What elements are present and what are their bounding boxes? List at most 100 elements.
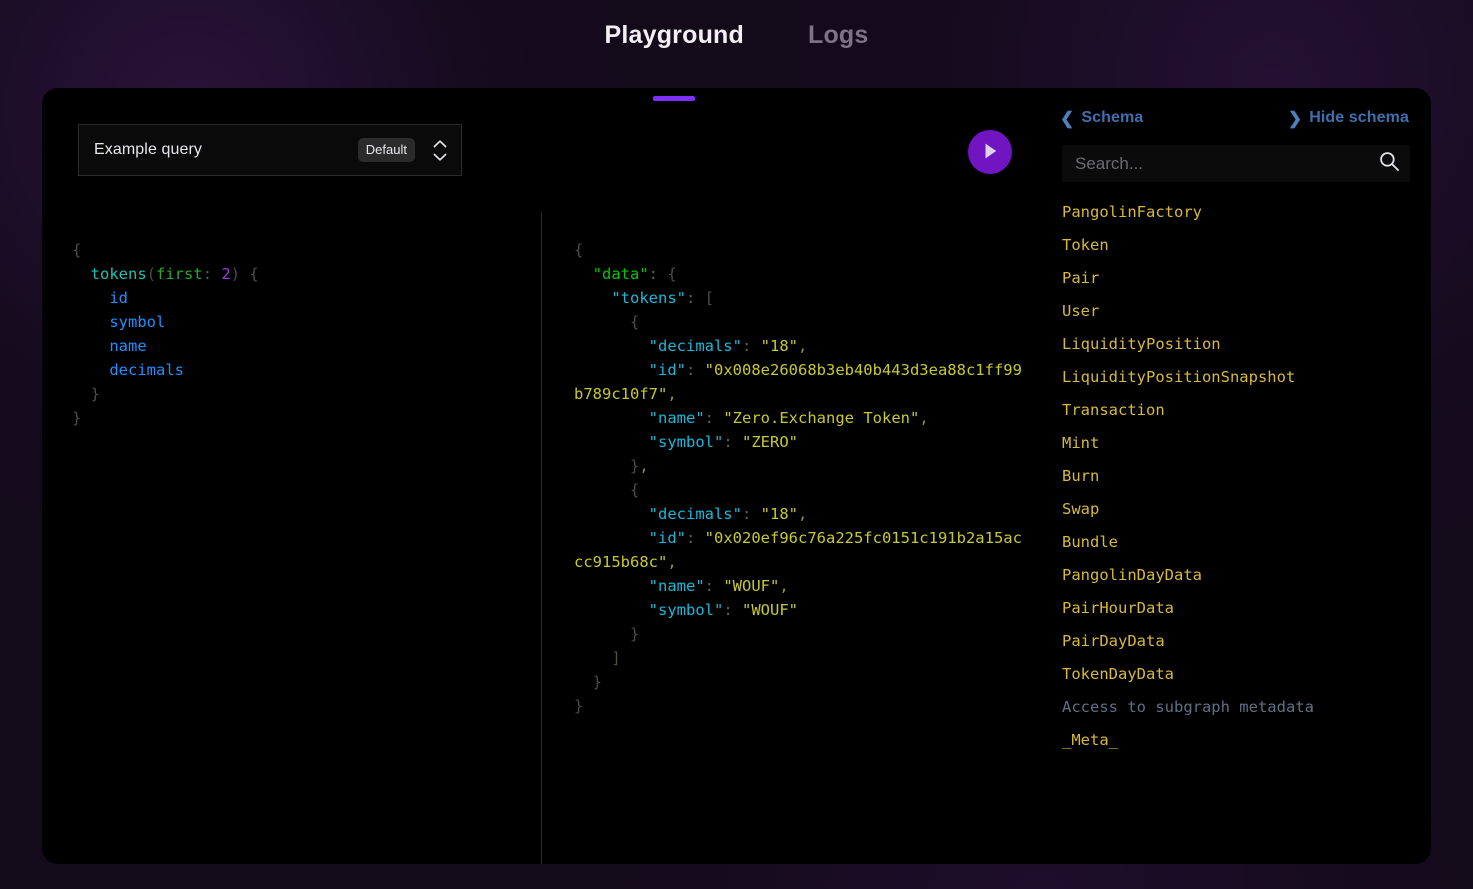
schema-type-item-_meta_[interactable]: _Meta_ <box>1062 724 1422 757</box>
code-token: "decimals" <box>649 505 742 523</box>
schema-type-item-bundle[interactable]: Bundle <box>1062 526 1422 559</box>
code-token <box>72 265 91 283</box>
code-token: ) <box>231 265 240 283</box>
code-token <box>733 433 742 451</box>
code-line: } <box>574 622 1029 646</box>
graphql-query-editor[interactable]: { tokens(first: 2) { id symbol name deci… <box>72 238 522 430</box>
example-query-selector[interactable]: Example query Default <box>78 124 462 176</box>
code-token: : <box>705 577 714 595</box>
code-line: "data": { <box>574 262 1029 286</box>
schema-type-item-transaction[interactable]: Transaction <box>1062 394 1422 427</box>
code-token <box>574 289 611 307</box>
code-token: : <box>686 529 695 547</box>
code-line: ] <box>574 646 1029 670</box>
code-token <box>72 289 109 307</box>
code-token <box>733 601 742 619</box>
code-token <box>658 265 667 283</box>
schema-type-item-pairhourdata[interactable]: PairHourData <box>1062 592 1422 625</box>
code-token <box>574 337 649 355</box>
code-line: id <box>72 286 522 310</box>
code-token: "18" <box>761 505 798 523</box>
code-token: : <box>686 289 695 307</box>
graphql-response-viewer: { "data": { "tokens": [ { "decimals": "1… <box>574 238 1029 718</box>
editor-result-divider <box>541 212 542 864</box>
schema-type-item-tokendaydata[interactable]: TokenDayData <box>1062 658 1422 691</box>
code-token: : <box>649 265 658 283</box>
code-token: : <box>742 337 751 355</box>
code-token: "symbol" <box>649 433 724 451</box>
code-line: { <box>574 478 1029 502</box>
code-line: "name": "WOUF", <box>574 574 1029 598</box>
code-line: "id": "0x020ef96c76a225fc0151c191b2a15ac… <box>574 526 1029 574</box>
code-line: { <box>72 238 522 262</box>
code-token: "decimals" <box>649 337 742 355</box>
code-token <box>240 265 249 283</box>
code-token: "symbol" <box>649 601 724 619</box>
code-token <box>574 505 649 523</box>
code-line: } <box>72 406 522 430</box>
code-token: id <box>109 289 128 307</box>
code-token: : <box>723 433 732 451</box>
code-token: "name" <box>649 409 705 427</box>
tab-playground[interactable]: Playground <box>600 17 748 53</box>
code-token: , <box>798 337 807 355</box>
code-token: { <box>574 481 639 499</box>
run-query-button[interactable] <box>968 130 1012 174</box>
code-token <box>212 265 221 283</box>
schema-type-item-pairdaydata[interactable]: PairDayData <box>1062 625 1422 658</box>
code-token: decimals <box>109 361 184 379</box>
query-workspace: Example query Default { tokens(first: 2) <box>42 88 1042 864</box>
code-line: { <box>574 238 1029 262</box>
code-token <box>574 577 649 595</box>
code-token: } <box>574 457 639 475</box>
code-token <box>695 529 704 547</box>
schema-type-item-pangolinfactory[interactable]: PangolinFactory <box>1062 196 1422 229</box>
schema-type-item-burn[interactable]: Burn <box>1062 460 1422 493</box>
chevron-left-icon: ❮ <box>1060 110 1074 127</box>
code-token <box>72 313 109 331</box>
code-token: } <box>574 625 639 643</box>
schema-type-item-swap[interactable]: Swap <box>1062 493 1422 526</box>
code-line: symbol <box>72 310 522 334</box>
code-line: name <box>72 334 522 358</box>
code-token: first <box>156 265 203 283</box>
code-token: , <box>667 553 676 571</box>
code-token: : <box>686 361 695 379</box>
chevron-right-icon: ❯ <box>1288 110 1302 127</box>
code-token: } <box>72 409 81 427</box>
code-token <box>714 577 723 595</box>
schema-back-button[interactable]: ❮ Schema <box>1060 109 1143 127</box>
schema-type-item-token[interactable]: Token <box>1062 229 1422 262</box>
chevron-up-down-icon[interactable] <box>431 135 449 165</box>
schema-type-item-pair[interactable]: Pair <box>1062 262 1422 295</box>
code-token <box>574 529 649 547</box>
code-token: : <box>742 505 751 523</box>
code-line: "name": "Zero.Exchange Token", <box>574 406 1029 430</box>
code-token: "tokens" <box>611 289 686 307</box>
schema-type-item-liquiditypositionsnapshot[interactable]: LiquidityPositionSnapshot <box>1062 361 1422 394</box>
code-token <box>695 361 704 379</box>
search-icon[interactable] <box>1378 150 1400 177</box>
code-token <box>751 505 760 523</box>
playground-panel: Example query Default { tokens(first: 2) <box>42 88 1431 864</box>
tab-logs[interactable]: Logs <box>804 17 873 53</box>
top-tab-bar: Playground Logs <box>0 0 1473 90</box>
schema-search-row[interactable] <box>1062 145 1410 182</box>
schema-type-item-pangolindaydata[interactable]: PangolinDayData <box>1062 559 1422 592</box>
code-token <box>574 265 593 283</box>
code-token: , <box>919 409 928 427</box>
code-token: 2 <box>221 265 230 283</box>
schema-type-description: Access to subgraph metadata <box>1062 691 1422 724</box>
hide-schema-button[interactable]: ❯ Hide schema <box>1288 109 1409 127</box>
schema-search-input[interactable] <box>1075 154 1378 174</box>
schema-type-item-mint[interactable]: Mint <box>1062 427 1422 460</box>
schema-type-item-user[interactable]: User <box>1062 295 1422 328</box>
code-token: ] <box>574 649 621 667</box>
code-token: : <box>203 265 212 283</box>
schema-type-item-liquidityposition[interactable]: LiquidityPosition <box>1062 328 1422 361</box>
code-token: , <box>639 457 648 475</box>
tab-playground-label: Playground <box>604 21 744 49</box>
code-token: "WOUF" <box>742 601 798 619</box>
hide-schema-label: Hide schema <box>1309 109 1409 127</box>
tab-logs-label: Logs <box>808 21 869 49</box>
